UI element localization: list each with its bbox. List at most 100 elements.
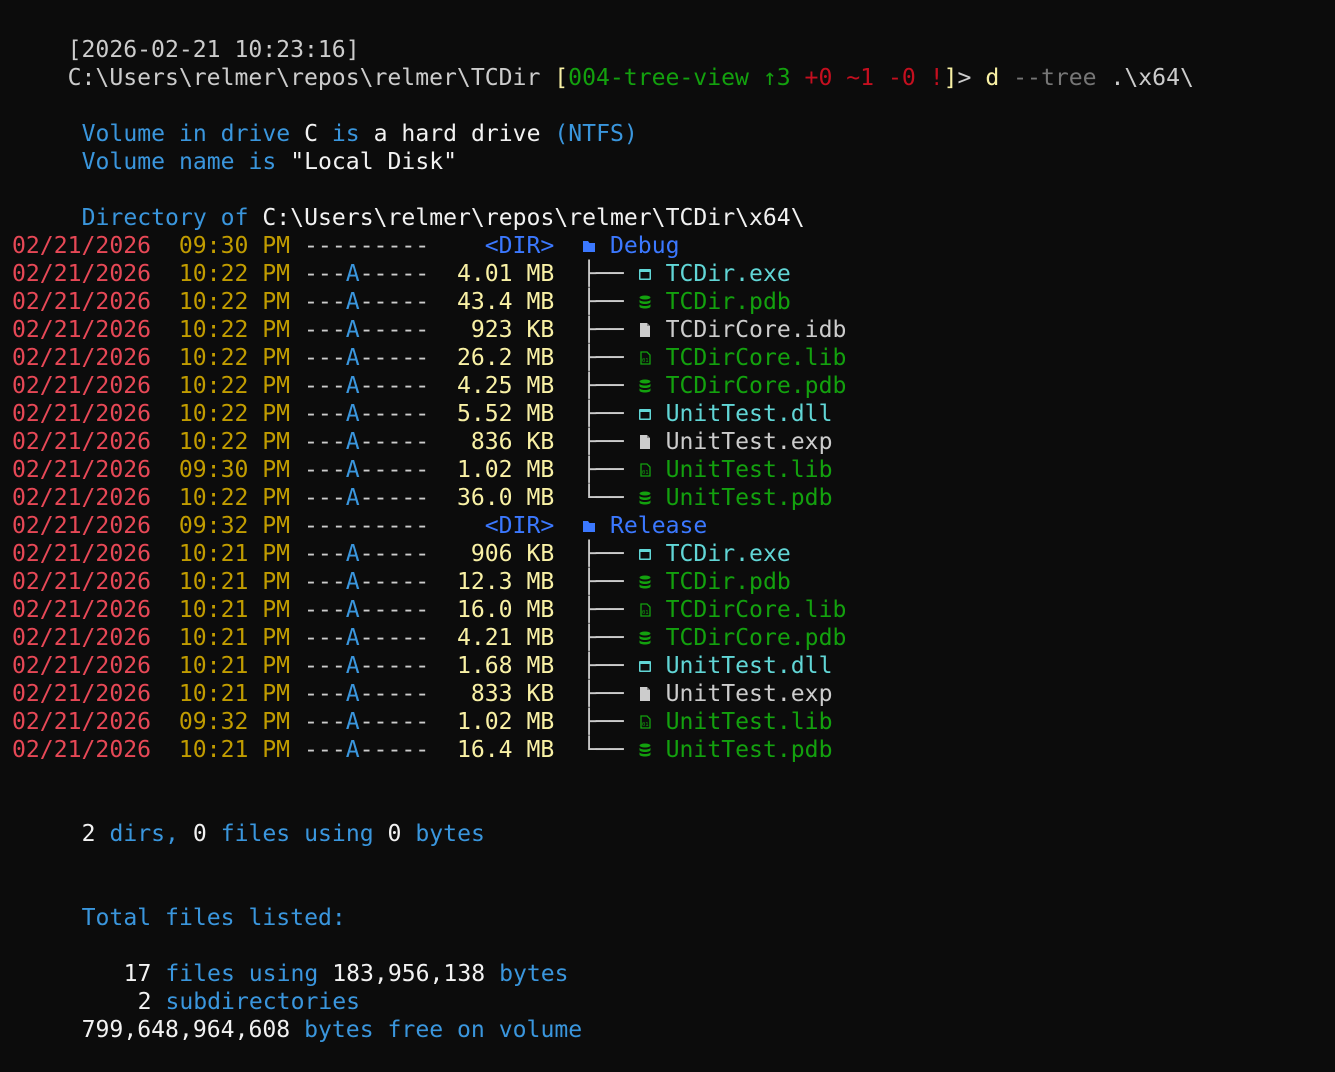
row-size: 833 KB <box>470 681 555 707</box>
tree-branch: ├── <box>582 569 624 595</box>
row-size-cell: 923 KB <box>429 316 554 344</box>
row-date: 02/21/2026 <box>12 345 152 371</box>
file-name[interactable]: TCDir.pdb <box>666 569 791 595</box>
file-name[interactable]: TCDir.exe <box>666 261 791 287</box>
row-date: 02/21/2026 <box>12 737 152 763</box>
file-name[interactable]: UnitTest.exp <box>666 429 833 455</box>
tree-branch: ├── <box>582 429 624 455</box>
file-icon <box>638 686 652 702</box>
timestamp-line: [2026-02-21 10:23:16] <box>12 8 360 63</box>
tree-branch: ├── <box>582 317 624 343</box>
row-size-cell: 1.68 MB <box>429 652 554 680</box>
row-attributes: ---A----- <box>304 569 430 595</box>
row-size-cell: 12.3 MB <box>429 568 554 596</box>
row-time: 09:32 PM <box>178 709 291 735</box>
row-size-cell: <DIR> <box>429 232 555 260</box>
file-name[interactable]: TCDirCore.lib <box>666 597 847 623</box>
file-name[interactable]: UnitTest.pdb <box>666 737 833 763</box>
dir-count-label: dirs, <box>109 821 179 847</box>
row-size: 1.02 MB <box>456 709 555 735</box>
row-size: 836 KB <box>470 429 555 455</box>
window-app-icon <box>638 266 652 282</box>
row-size: 1.68 MB <box>456 653 555 679</box>
row-time: 10:22 PM <box>178 373 291 399</box>
row-date: 02/21/2026 <box>12 457 152 483</box>
row-size-cell: 4.25 MB <box>429 372 554 400</box>
prompt-arrow: > <box>957 65 972 91</box>
tree-branch: └── <box>582 485 624 511</box>
volume-name-label: Volume name is <box>81 149 277 175</box>
row-time: 10:22 PM <box>178 345 291 371</box>
file-name[interactable]: UnitTest.lib <box>666 457 833 483</box>
file-row: 02/21/2026 09:30 PM ---A----- 1.02 MB ├──… <box>12 456 832 484</box>
tree-branch: ├── <box>582 401 624 427</box>
file-name[interactable]: TCDir.pdb <box>666 289 791 315</box>
directory-name[interactable]: Debug <box>610 233 680 259</box>
row-attributes: ---A----- <box>304 597 430 623</box>
row-attributes: ---A----- <box>304 373 430 399</box>
file-row: 02/21/2026 10:22 PM ---A----- 923 KB ├── … <box>12 316 846 344</box>
row-size: 36.0 MB <box>456 485 555 511</box>
row-date: 02/21/2026 <box>12 373 152 399</box>
library-icon: 01 <box>638 462 652 478</box>
svg-text:01: 01 <box>642 722 649 728</box>
command-flag[interactable]: --tree <box>1013 65 1096 91</box>
terminal-window[interactable]: [2026-02-21 10:23:16] C:\Users\relmer\re… <box>0 0 1335 1043</box>
free-bytes-count: 799,648,964,608 <box>81 1017 291 1043</box>
file-row: 02/21/2026 10:21 PM ---A----- 833 KB ├── … <box>12 680 832 708</box>
row-size: 43.4 MB <box>456 289 555 315</box>
row-size: 5.52 MB <box>456 401 555 427</box>
row-size: 4.01 MB <box>456 261 555 287</box>
row-attributes: --------- <box>304 233 430 259</box>
row-size-cell: 36.0 MB <box>429 484 554 512</box>
row-date: 02/21/2026 <box>12 541 152 567</box>
row-size-cell: 43.4 MB <box>429 288 554 316</box>
directory-name[interactable]: Release <box>610 513 707 539</box>
tree-branch: ├── <box>582 709 624 735</box>
row-size: 26.2 MB <box>456 345 555 371</box>
file-row: 02/21/2026 10:22 PM ---A----- 36.0 MB └──… <box>12 484 832 512</box>
total-bytes-label: bytes <box>499 961 569 987</box>
file-name[interactable]: TCDirCore.pdb <box>666 625 847 651</box>
row-attributes: ---A----- <box>304 709 430 735</box>
row-size-cell: 833 KB <box>429 680 554 708</box>
totals-subdirs: 2 subdirectories <box>82 960 360 1015</box>
file-name[interactable]: UnitTest.exp <box>666 681 833 707</box>
row-date: 02/21/2026 <box>12 513 152 539</box>
row-attributes: ---A----- <box>304 317 430 343</box>
database-icon <box>638 742 652 758</box>
file-name[interactable]: UnitTest.lib <box>666 709 833 735</box>
file-name[interactable]: UnitTest.dll <box>666 401 833 427</box>
database-icon <box>638 294 652 310</box>
free-bytes-label: bytes free on volume <box>304 1017 583 1043</box>
byte-count: 0 <box>387 821 402 847</box>
command-name[interactable]: d <box>985 65 999 91</box>
git-open-bracket: [ <box>554 65 569 91</box>
row-time: 10:22 PM <box>178 485 291 511</box>
command-arg[interactable]: .\x64\ <box>1110 65 1193 91</box>
tree-branch: ├── <box>582 345 624 371</box>
directory-label: Directory of <box>81 205 249 231</box>
prompt-line[interactable]: C:\Users\relmer\repos\relmer\TCDir [004-… <box>12 36 1194 91</box>
file-row: 02/21/2026 10:21 PM ---A----- 16.4 MB └──… <box>12 736 832 764</box>
file-name[interactable]: TCDirCore.lib <box>666 345 847 371</box>
file-row: 02/21/2026 10:21 PM ---A----- 4.21 MB ├──… <box>12 624 846 652</box>
file-row: 02/21/2026 10:22 PM ---A----- 4.25 MB ├──… <box>12 372 846 400</box>
file-name[interactable]: TCDirCore.pdb <box>666 373 847 399</box>
folder-icon <box>582 518 596 534</box>
row-size: 923 KB <box>470 317 555 343</box>
git-modified: ~1 <box>846 65 875 91</box>
row-date: 02/21/2026 <box>12 289 152 315</box>
database-icon <box>638 490 652 506</box>
file-name[interactable]: TCDir.exe <box>666 541 791 567</box>
row-size: 1.02 MB <box>456 457 555 483</box>
row-date: 02/21/2026 <box>12 233 152 259</box>
row-time: 10:22 PM <box>178 289 291 315</box>
row-size-cell: 4.01 MB <box>429 260 554 288</box>
file-name[interactable]: TCDirCore.idb <box>666 317 847 343</box>
tree-branch: ├── <box>582 261 624 287</box>
file-name[interactable]: UnitTest.pdb <box>666 485 833 511</box>
row-date: 02/21/2026 <box>12 597 152 623</box>
file-name[interactable]: UnitTest.dll <box>666 653 833 679</box>
row-date: 02/21/2026 <box>12 681 152 707</box>
